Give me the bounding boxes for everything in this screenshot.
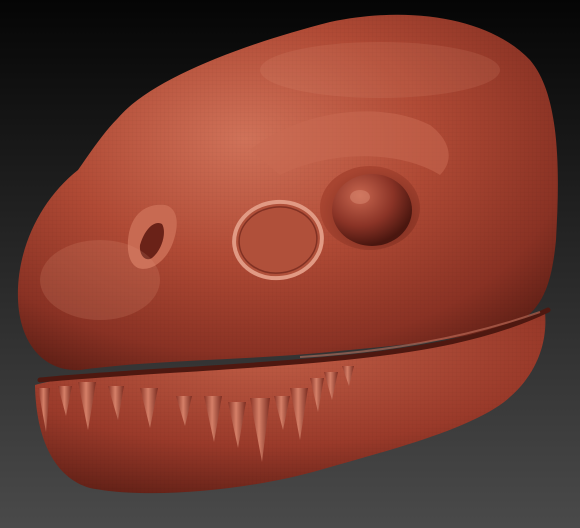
snout-highlight <box>40 240 160 320</box>
crown-highlight <box>260 42 500 98</box>
eye <box>320 166 420 250</box>
sculpt-viewport[interactable] <box>0 0 580 528</box>
sculpt-render <box>0 0 580 528</box>
